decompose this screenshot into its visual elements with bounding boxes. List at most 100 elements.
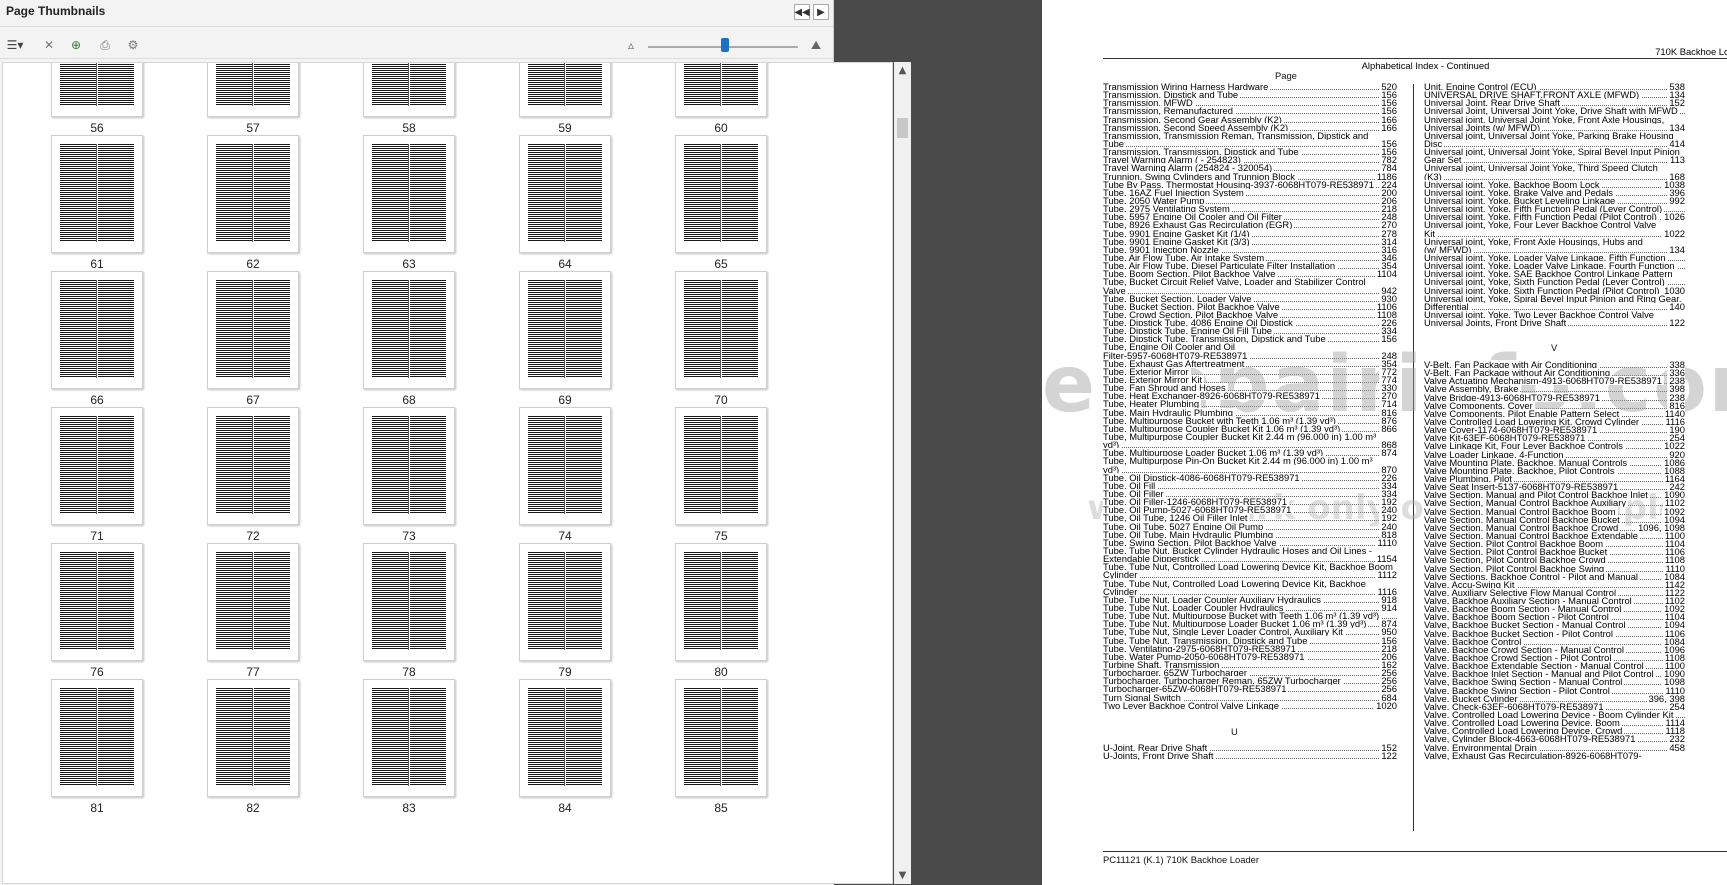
thumbnail-divider — [564, 416, 565, 514]
thumbnail-text-column — [98, 552, 134, 650]
page-thumbnail[interactable]: 61 — [51, 135, 143, 271]
page-thumbnail[interactable]: 65 — [675, 135, 767, 271]
page-thumbnail[interactable]: 60 — [675, 63, 767, 135]
thumbnail-text-column — [684, 280, 720, 378]
thumbnail-divider — [96, 280, 97, 378]
thumbnail-divider — [408, 552, 409, 650]
thumbnail-page-number: 78 — [402, 665, 416, 679]
thumbnail-page-number: 62 — [246, 257, 260, 271]
thumbnail-text-column — [410, 688, 446, 786]
index-letter-u: U — [1231, 726, 1238, 737]
thumbnail-text-column — [216, 144, 252, 242]
thumbnail-text-column — [60, 63, 96, 106]
thumbnail-page-number: 57 — [246, 121, 260, 135]
close-panel-icon[interactable]: ▶ — [813, 4, 829, 20]
page-thumbnail[interactable]: 57 — [207, 63, 299, 135]
page-thumbnail[interactable]: 83 — [363, 679, 455, 815]
thumbnail-page-image — [519, 63, 611, 117]
scroll-up-icon[interactable]: ▲ — [894, 62, 911, 79]
thumbnail-divider — [564, 144, 565, 242]
page-thumbnail[interactable]: 85 — [675, 679, 767, 815]
page-thumbnail[interactable]: 81 — [51, 679, 143, 815]
options-menu-icon[interactable]: ☰▾ — [4, 37, 26, 53]
page-thumbnail[interactable]: 68 — [363, 271, 455, 407]
insert-pages-icon[interactable]: ⊕ — [67, 37, 85, 53]
thumbnail-page-image — [363, 271, 455, 389]
index-entry: Universal Joints, Front Drive Shaft 122 — [1424, 318, 1685, 328]
index-entry-page: 122 — [1379, 751, 1397, 761]
thumbnail-text-column — [98, 280, 134, 378]
page-thumbnail[interactable]: 62 — [207, 135, 299, 271]
page-thumbnail[interactable]: 66 — [51, 271, 143, 407]
page-thumbnail[interactable]: 70 — [675, 271, 767, 407]
index-entry: Tube, Multipurpose Pin-On Bucket Kit 2.4… — [1103, 456, 1397, 466]
index-entry-page: 122 — [1667, 318, 1685, 328]
thumbnail-text-column — [566, 688, 602, 786]
page-thumbnail[interactable]: 69 — [519, 271, 611, 407]
page-thumbnail[interactable]: 58 — [363, 63, 455, 135]
page-thumbnail[interactable]: 74 — [519, 407, 611, 543]
page-thumbnail[interactable]: 63 — [363, 135, 455, 271]
index-letter-v: V — [1551, 342, 1558, 353]
page-properties-icon[interactable]: ⚙ — [124, 37, 142, 53]
thumbnail-page-number: 68 — [402, 393, 416, 407]
zoom-out-icon[interactable]: ▵ — [622, 37, 640, 53]
index-entry-title: Tube, Tube Nut, Controlled Load Lowering… — [1103, 562, 1395, 572]
page-thumbnail[interactable]: 82 — [207, 679, 299, 815]
thumbnail-page-number: 79 — [558, 665, 572, 679]
thumbnail-text-column — [254, 552, 290, 650]
zoom-slider-knob[interactable] — [721, 38, 729, 52]
thumbnail-page-number: 74 — [558, 529, 572, 543]
thumbnail-text-column — [566, 144, 602, 242]
page-thumbnail[interactable]: 75 — [675, 407, 767, 543]
index-entry-page: 1110 — [1375, 537, 1397, 547]
collapse-left-icon[interactable]: ◀◀ — [794, 4, 810, 20]
thumbnail-text-column — [410, 552, 446, 650]
thumbnail-divider — [408, 144, 409, 242]
thumbnail-text-column — [98, 63, 134, 106]
thumbnail-page-number: 76 — [90, 665, 104, 679]
page-thumbnail[interactable]: 67 — [207, 271, 299, 407]
thumbnail-text-column — [98, 416, 134, 514]
page-thumbnail[interactable]: 56 — [51, 63, 143, 135]
index-entry-title: Universal Joints, Front Drive Shaft — [1424, 318, 1569, 328]
thumbnail-text-column — [372, 63, 408, 106]
thumbnail-text-column — [684, 688, 720, 786]
thumbnail-page-image — [519, 407, 611, 525]
scrollbar-thumb[interactable] — [897, 118, 908, 138]
page-thumbnail[interactable]: 76 — [51, 543, 143, 679]
thumbnail-page-image — [51, 271, 143, 389]
thumbnails-scrollbar[interactable]: ▲ ▼ — [894, 62, 911, 884]
index-entry-page: 992 — [1667, 195, 1685, 205]
thumbnail-divider — [408, 63, 409, 106]
thumbnail-divider — [720, 63, 721, 106]
thumbnails-scroll-area[interactable]: 56 57 58 59 60 61 62 63 64 65 66 67 68 69 70 71 72 73 74 75… — [2, 62, 893, 884]
page-thumbnail[interactable]: 73 — [363, 407, 455, 543]
print-pages-icon[interactable]: ⎙ — [96, 37, 114, 53]
thumbnail-text-column — [410, 416, 446, 514]
page-thumbnail[interactable]: 79 — [519, 543, 611, 679]
thumbnail-text-column — [372, 144, 408, 242]
page-thumbnail[interactable]: 64 — [519, 135, 611, 271]
page-thumbnail[interactable]: 84 — [519, 679, 611, 815]
thumbnail-text-column — [60, 552, 96, 650]
page-thumbnail[interactable]: 77 — [207, 543, 299, 679]
thumbnail-page-number: 66 — [90, 393, 104, 407]
thumbnail-page-image — [675, 63, 767, 117]
thumbnail-text-column — [60, 416, 96, 514]
thumbnail-page-image — [363, 679, 455, 797]
delete-pages-icon[interactable]: ✕ — [40, 37, 58, 53]
scroll-down-icon[interactable]: ▼ — [894, 867, 911, 884]
page-thumbnail[interactable]: 72 — [207, 407, 299, 543]
index-entry-page: 914 — [1379, 602, 1397, 612]
index-entry: Two Lever Backhoe Control Valve Linkage 1… — [1103, 700, 1397, 710]
page-thumbnail[interactable]: 80 — [675, 543, 767, 679]
page-thumbnail[interactable]: 71 — [51, 407, 143, 543]
thumbnail-divider — [96, 63, 97, 106]
thumbnail-divider — [252, 552, 253, 650]
page-thumbnail[interactable]: 78 — [363, 543, 455, 679]
page-thumbnail[interactable]: 59 — [519, 63, 611, 135]
thumbnail-page-image — [207, 63, 299, 117]
thumbnail-text-column — [528, 688, 564, 786]
zoom-in-icon[interactable]: ⛰ — [805, 37, 827, 53]
